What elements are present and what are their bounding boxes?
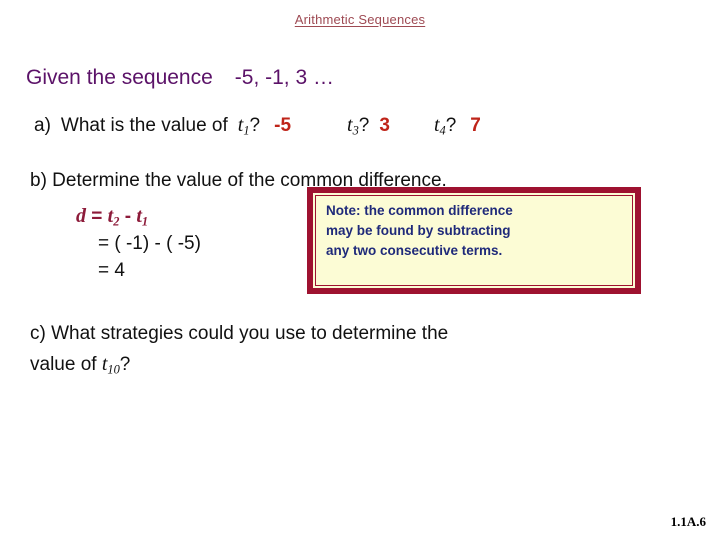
slide-canvas: Arithmetic Sequences Given the sequence -… xyxy=(0,0,720,540)
part-c-term10-variable: t10 xyxy=(101,352,120,377)
work-t1-variable: t1 xyxy=(136,205,149,229)
part-c-line-1: c) What strategies could you use to dete… xyxy=(30,323,449,344)
part-a-term4-answer: 7 xyxy=(470,115,481,136)
work-line-1: d = t2 - t1 xyxy=(76,202,201,231)
note-line-2: may be found by subtracting xyxy=(326,222,511,238)
note-text: Note: the common difference may be found… xyxy=(326,201,626,261)
given-label: Given the sequence xyxy=(26,66,213,89)
part-a-line: a) What is the value of t1? -5 t3? 3 t4? 7 xyxy=(34,114,481,138)
work-t1-subscript: 1 xyxy=(141,214,149,229)
work-d-variable: d xyxy=(76,205,86,227)
note-callout-box: Note: the common difference may be found… xyxy=(308,188,640,293)
part-a-question: What is the value of xyxy=(60,115,228,136)
part-a-term3-answer: 3 xyxy=(379,115,390,136)
work-t2-variable: t2 xyxy=(107,205,120,229)
part-a-term1-variable: t1 xyxy=(237,114,250,138)
given-sequence-line: Given the sequence -5, -1, 3 … xyxy=(26,66,334,90)
slide-title: Arithmetic Sequences xyxy=(0,12,720,27)
part-a-term1-questionmark: ? xyxy=(249,115,261,136)
work-minus: - xyxy=(119,206,137,227)
note-line-1: Note: the common difference xyxy=(326,203,513,218)
part-a-term4-variable: t4 xyxy=(433,114,446,138)
note-line-3: any two consecutive terms. xyxy=(326,242,503,258)
work-line-3: = 4 xyxy=(98,260,125,282)
part-c-term10-subscript: 10 xyxy=(107,362,120,377)
common-difference-work: d = t2 - t1 = ( -1) - ( -5) = 4 xyxy=(76,202,201,285)
part-c-questionmark: ? xyxy=(119,353,131,375)
part-a-term4-questionmark: ? xyxy=(445,115,457,136)
note-inner-frame: Note: the common difference may be found… xyxy=(315,195,633,286)
part-c-line-2: value of t10? xyxy=(30,349,690,380)
part-c-block: c) What strategies could you use to dete… xyxy=(30,320,690,380)
part-a-marker: a) xyxy=(34,115,51,136)
slide-footer-code: 1.1A.6 xyxy=(670,514,706,529)
part-a-term3-questionmark: ? xyxy=(358,115,370,136)
part-a-term3-variable: t3 xyxy=(347,114,359,138)
slide-title-text: Arithmetic Sequences xyxy=(294,12,426,27)
part-a-term1-answer: -5 xyxy=(274,115,292,136)
work-line-2: = ( -1) - ( -5) xyxy=(98,233,201,255)
work-equals-1: = xyxy=(86,206,108,227)
given-sequence-values: -5, -1, 3 … xyxy=(234,66,334,89)
part-c-line-2-lead: value of xyxy=(30,353,102,375)
